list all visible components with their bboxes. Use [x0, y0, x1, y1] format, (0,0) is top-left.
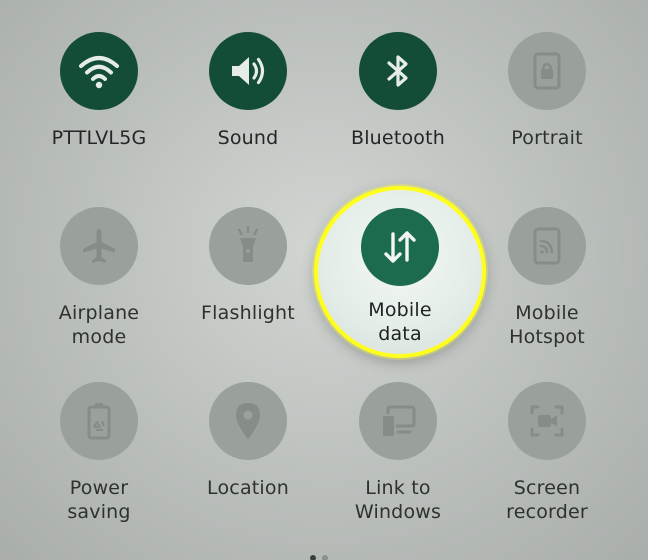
speaker-icon — [232, 57, 265, 85]
sound-label: Sound — [217, 127, 279, 149]
screen-recorder-label: Screen recorder — [506, 477, 588, 523]
mobile-data-toggle[interactable] — [361, 208, 439, 286]
airplane-label: Airplane mode — [58, 302, 140, 348]
tile-location[interactable]: Location — [167, 382, 329, 500]
link-to-windows-icon — [381, 405, 416, 438]
flashlight-label: Flashlight — [201, 302, 295, 324]
page-dot-active — [310, 555, 316, 560]
flashlight-toggle[interactable] — [209, 207, 287, 285]
portrait-label: Portrait — [511, 127, 583, 149]
power-saving-toggle[interactable] — [60, 382, 138, 460]
location-label: Location — [207, 477, 289, 499]
tile-link-to-windows[interactable]: Link to Windows — [317, 382, 479, 524]
bluetooth-toggle[interactable] — [359, 32, 437, 110]
location-toggle[interactable] — [209, 382, 287, 460]
tile-bluetooth[interactable]: Bluetooth — [317, 32, 479, 150]
screen-recorder-icon — [530, 405, 564, 437]
tile-sound[interactable]: Sound — [167, 32, 329, 150]
portrait-toggle[interactable] — [508, 32, 586, 110]
airplane-toggle[interactable] — [60, 207, 138, 285]
tile-flashlight[interactable]: Flashlight — [167, 207, 329, 325]
wifi-label: PTTLVL5G — [51, 127, 147, 149]
link-to-windows-toggle[interactable] — [359, 382, 437, 460]
battery-recycle-icon — [87, 403, 111, 440]
page-dot — [322, 555, 328, 560]
hotspot-label: Mobile Hotspot — [509, 302, 585, 348]
mobile-data-icon — [384, 231, 416, 263]
bluetooth-icon — [387, 55, 408, 87]
sound-toggle[interactable] — [209, 32, 287, 110]
airplane-icon — [83, 229, 115, 263]
bluetooth-label: Bluetooth — [350, 127, 446, 149]
wifi-icon — [79, 56, 119, 89]
mobile-data-label: Mobile data — [368, 299, 432, 345]
hotspot-toggle[interactable] — [508, 207, 586, 285]
flashlight-icon — [237, 225, 259, 262]
tile-mobile-data[interactable]: Mobile data — [314, 186, 486, 358]
tile-screen-recorder[interactable]: Screen recorder — [466, 382, 628, 524]
power-saving-label: Power saving — [67, 477, 131, 523]
tile-mobile-hotspot[interactable]: Mobile Hotspot — [466, 207, 628, 349]
location-pin-icon — [236, 403, 260, 439]
wifi-toggle[interactable] — [60, 32, 138, 110]
screen-recorder-toggle[interactable] — [508, 382, 586, 460]
portrait-lock-icon — [533, 52, 561, 90]
tile-airplane-mode[interactable]: Airplane mode — [18, 207, 180, 349]
tile-portrait[interactable]: Portrait — [466, 32, 628, 150]
tile-wifi[interactable]: PTTLVL5G — [18, 32, 180, 150]
page-indicator — [310, 555, 328, 560]
tile-power-saving[interactable]: Power saving — [18, 382, 180, 524]
link-to-windows-label: Link to Windows — [354, 477, 442, 523]
hotspot-icon — [533, 227, 561, 265]
